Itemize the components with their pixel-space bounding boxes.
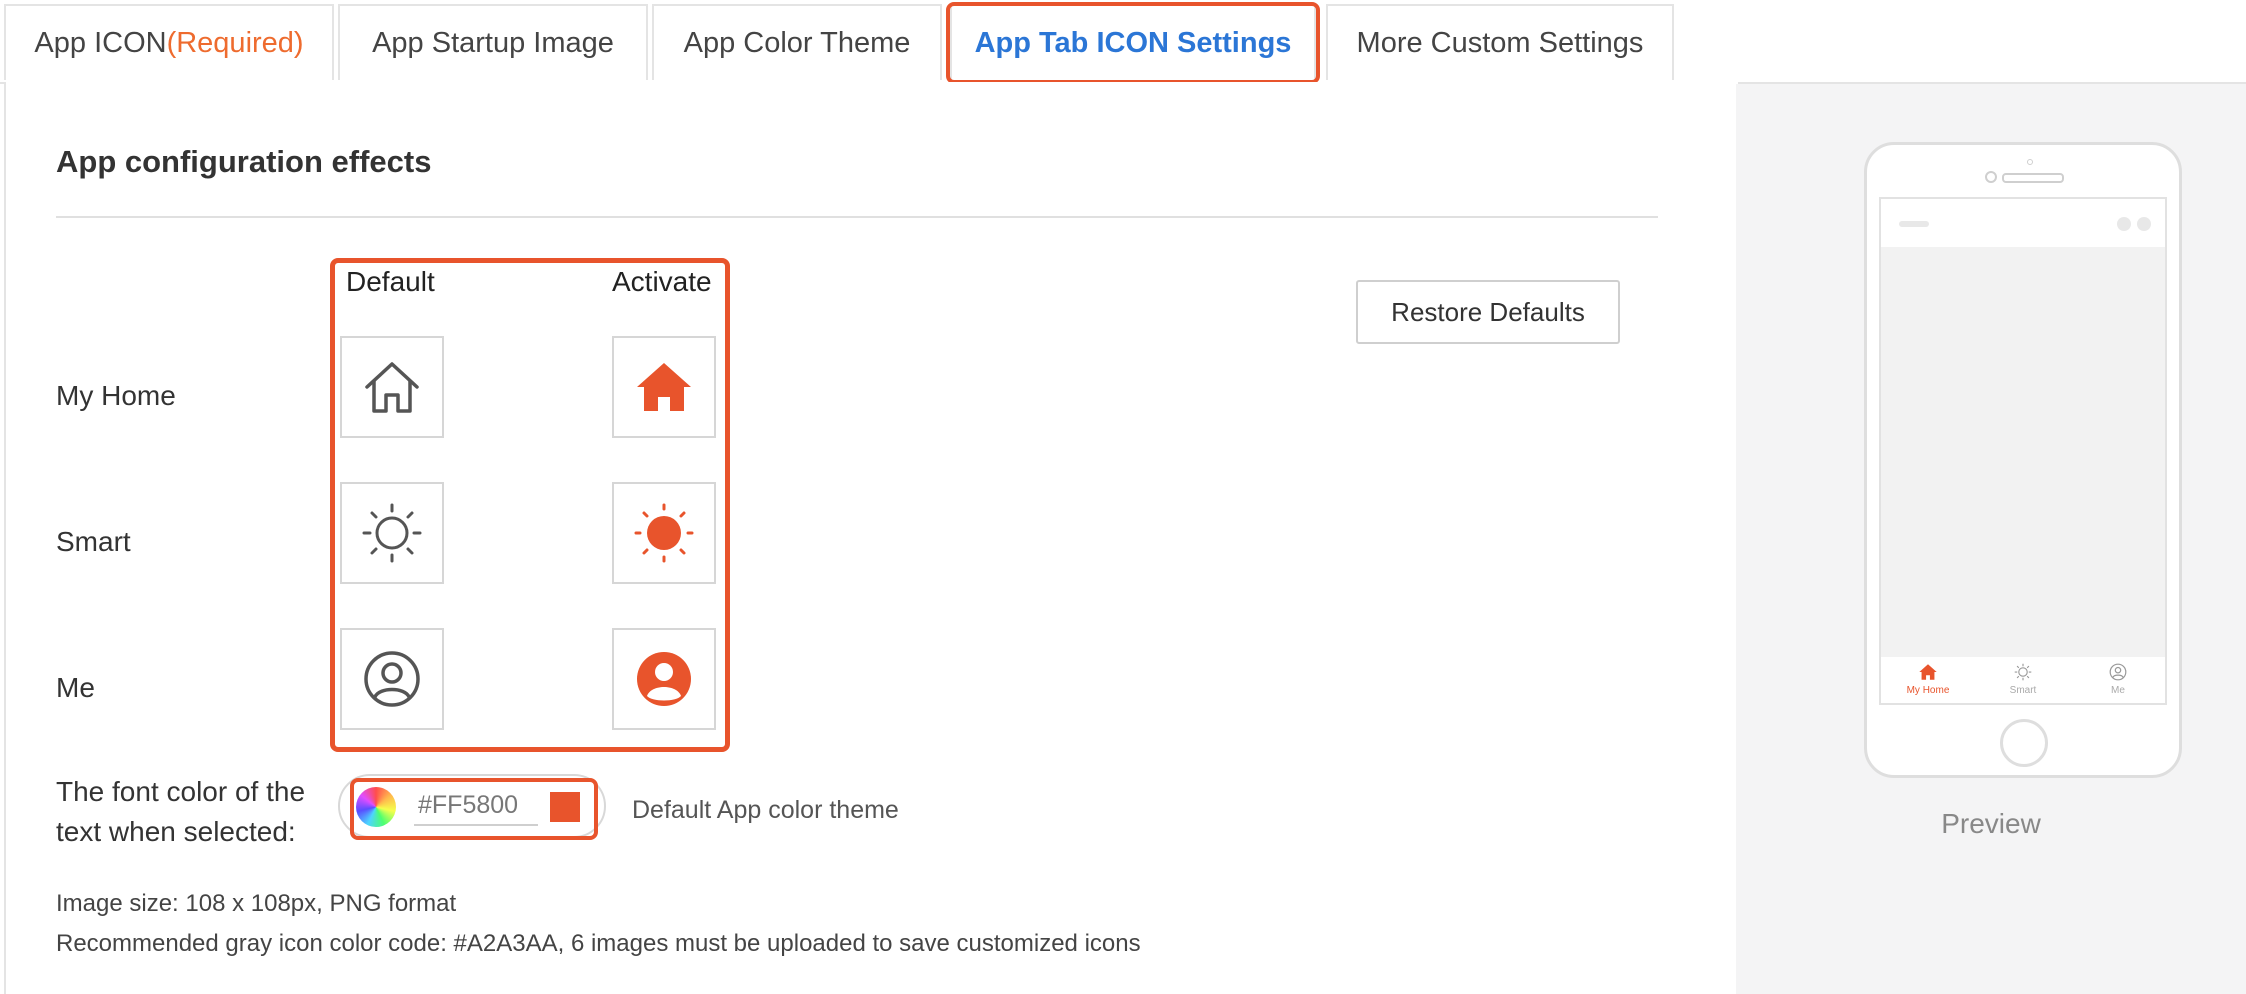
home-filled-icon (1919, 664, 1937, 680)
font-color-label: The font color of the text when selected… (56, 772, 305, 852)
active-tab-highlight (946, 2, 1320, 84)
tab-app-startup-image[interactable]: App Startup Image (338, 4, 648, 80)
status-dot (2117, 217, 2131, 231)
tab-more-custom-settings[interactable]: More Custom Settings (1326, 4, 1674, 80)
sun-outline-icon (2014, 663, 2032, 681)
status-dot (2137, 217, 2151, 231)
phone-speaker (2002, 173, 2064, 183)
tab-bar: App ICON (Required) App Startup Image App… (0, 0, 2246, 84)
preview-label: Preview (1941, 808, 2041, 839)
section-title: App configuration effects (56, 144, 432, 179)
icons-highlight-frame (330, 258, 730, 752)
phone-sensor (2027, 159, 2033, 165)
phone-mockup: My Home Smart Me (1864, 142, 2182, 778)
phone-tab-bar: My Home Smart Me (1881, 657, 2165, 703)
color-highlight-frame (350, 778, 598, 840)
preview-tab-label: Me (2111, 685, 2125, 696)
tab-app-color-theme-label: App Color Theme (683, 26, 911, 59)
phone-camera (1985, 171, 1997, 183)
tab-more-custom-settings-label: More Custom Settings (1356, 26, 1644, 59)
tab-app-startup-image-label: App Startup Image (372, 26, 614, 59)
note-gray-icon: Recommended gray icon color code: #A2A3A… (56, 930, 1141, 957)
preview-tab-smart: Smart (1976, 663, 2070, 696)
tab-app-icon-label: App ICON (34, 26, 167, 59)
config-panel: App configuration effects Default Activa… (4, 82, 1738, 994)
user-outline-icon (2109, 663, 2127, 681)
preview-tab-me: Me (2071, 663, 2165, 696)
font-color-label-line1: The font color of the (56, 776, 306, 807)
required-marker: (Required) (166, 26, 304, 59)
color-hint: Default App color theme (632, 796, 899, 824)
font-color-label-line2: text when selected: (56, 816, 296, 847)
tab-app-color-theme[interactable]: App Color Theme (652, 4, 942, 80)
status-bar-placeholder (1899, 221, 1929, 227)
phone-screen: My Home Smart Me (1879, 197, 2167, 705)
preview-panel: My Home Smart Me Preview (1736, 84, 2246, 994)
preview-tab-label: My Home (1906, 685, 1950, 696)
row-label-my-home: My Home (56, 380, 176, 411)
row-label-smart: Smart (56, 526, 131, 557)
phone-home-button (2000, 719, 2048, 767)
note-image-size: Image size: 108 x 108px, PNG format (56, 890, 457, 917)
phone-content-area (1881, 247, 2165, 657)
phone-status-bar (1881, 199, 2165, 247)
restore-defaults-button[interactable]: Restore Defaults (1356, 280, 1620, 344)
preview-tab-my-home: My Home (1881, 663, 1975, 696)
section-divider (56, 216, 1658, 218)
preview-tab-label: Smart (2009, 685, 2037, 696)
tab-app-icon[interactable]: App ICON (Required) (4, 4, 334, 80)
row-label-me: Me (56, 672, 95, 703)
